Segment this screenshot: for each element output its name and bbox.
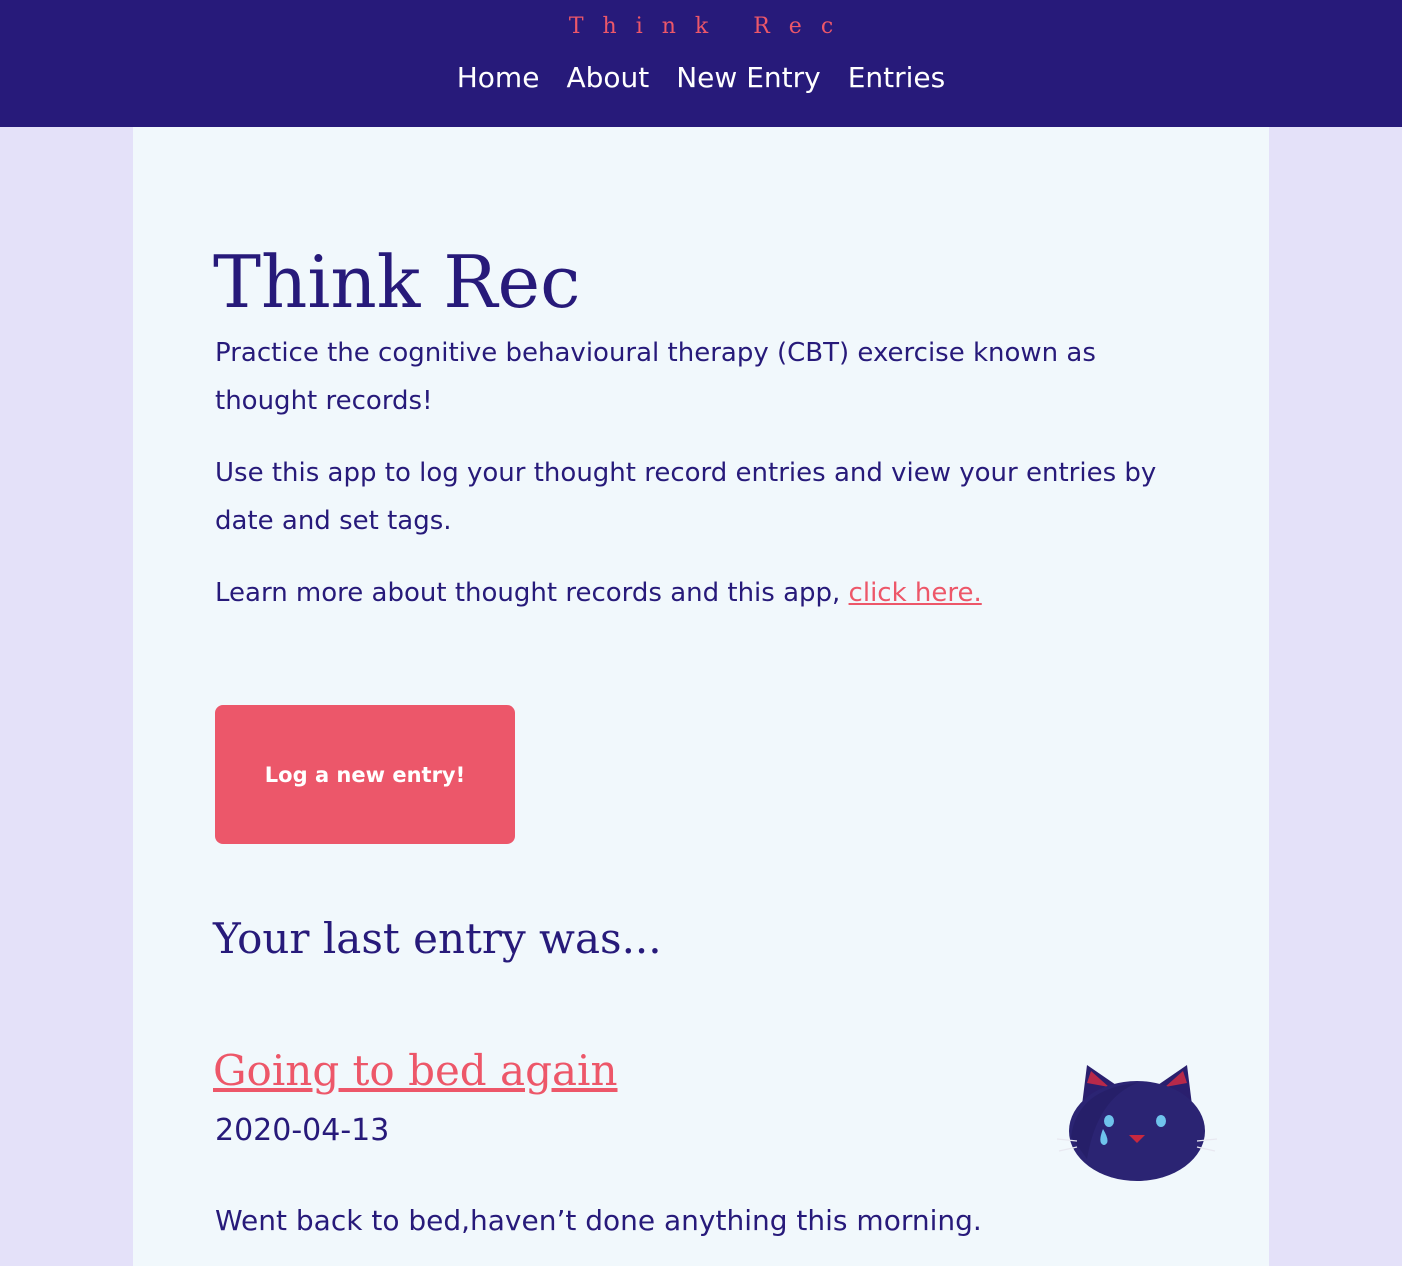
nav-entries-link[interactable]: Entries bbox=[848, 58, 946, 98]
log-new-entry-button[interactable]: Log a new entry! bbox=[215, 705, 515, 844]
learn-more-label: Learn more about thought records and thi… bbox=[215, 578, 849, 608]
intro-text: Practice the cognitive behavioural thera… bbox=[215, 338, 1096, 416]
top-navbar: Think Rec Home About New Entry Entries bbox=[0, 0, 1402, 127]
learn-more-text: Learn more about thought records and thi… bbox=[215, 569, 1205, 617]
nav-about-link[interactable]: About bbox=[566, 58, 649, 98]
nav-home-link[interactable]: Home bbox=[457, 58, 540, 98]
page-title: Think Rec bbox=[213, 240, 581, 324]
usage-text: Use this app to log your thought record … bbox=[215, 458, 1157, 536]
last-entry-date: 2020-04-13 bbox=[215, 1113, 390, 1148]
last-entry-title-link[interactable]: Going to bed again bbox=[213, 1041, 618, 1101]
main-nav: Home About New Entry Entries bbox=[0, 58, 1402, 98]
last-entry-text: Went back to bed,haven’t done anything t… bbox=[215, 1204, 982, 1237]
nav-new-entry-link[interactable]: New Entry bbox=[676, 58, 820, 98]
sad-cat-icon bbox=[1057, 1065, 1217, 1181]
last-entry-heading: Your last entry was... bbox=[213, 914, 662, 963]
brand-logo[interactable]: Think Rec bbox=[0, 12, 1402, 42]
main-content: Think Rec Practice the cognitive behavio… bbox=[133, 127, 1269, 1266]
learn-more-link[interactable]: click here. bbox=[849, 578, 982, 608]
